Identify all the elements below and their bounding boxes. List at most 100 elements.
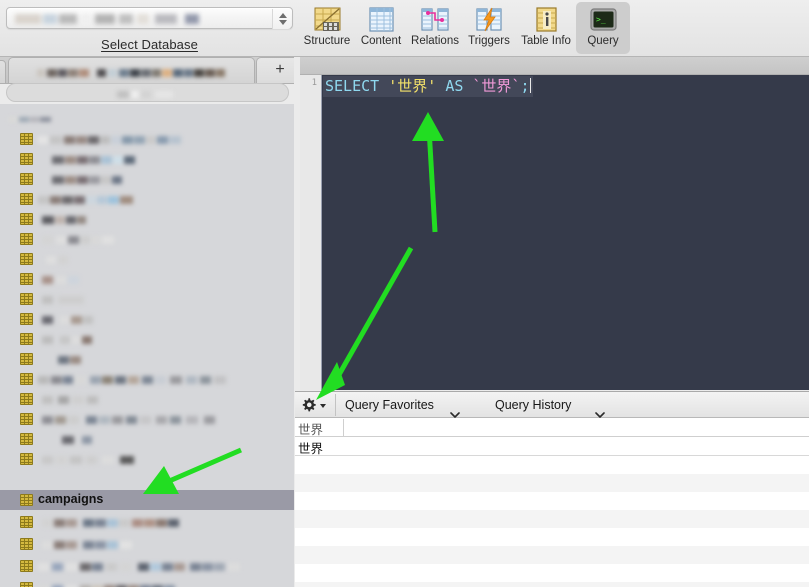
chevron-down-icon	[450, 403, 460, 418]
sql-editor[interactable]: 1 SELECT '世界' AS `世界`;	[300, 75, 809, 390]
list-item[interactable]	[0, 169, 294, 189]
query-favorites-label: Query Favorites	[345, 398, 434, 412]
toolbar-tab-triggers[interactable]: Triggers	[462, 2, 516, 54]
list-item[interactable]	[0, 209, 294, 229]
grid-empty-row	[295, 456, 809, 474]
grid-empty-row	[295, 510, 809, 528]
grid-column-resizer[interactable]	[343, 419, 344, 436]
grid-empty-row	[295, 528, 809, 546]
result-toolbar: Query Favorites Query History	[295, 391, 809, 418]
toolbar-tab-content[interactable]: Content	[354, 2, 408, 54]
tables-sidebar[interactable]: campaigns	[0, 104, 294, 587]
sidebar-filter-input[interactable]	[6, 83, 289, 102]
list-item-label-blurred	[42, 393, 102, 404]
list-item-label-blurred	[38, 193, 134, 204]
relations-icon	[408, 5, 462, 35]
query-history-popup[interactable]: Query History	[495, 394, 613, 418]
blurred-text-graphic	[42, 519, 179, 527]
blurred-text-graphic	[38, 563, 240, 571]
sql-token-keyword-select: SELECT	[325, 77, 380, 95]
database-selector-stepper[interactable]	[272, 9, 291, 29]
list-item[interactable]	[0, 369, 294, 389]
toolbar-tab-relations[interactable]: Relations	[408, 2, 462, 54]
grid-column-header[interactable]: 世界	[298, 419, 323, 438]
table-icon	[20, 293, 33, 305]
table-info-icon	[516, 5, 576, 35]
query-favorites-popup[interactable]: Query Favorites	[345, 394, 465, 418]
table-icon	[20, 433, 33, 445]
list-item-label-blurred	[38, 560, 244, 571]
list-item[interactable]	[0, 389, 294, 409]
blurred-text-graphic	[42, 216, 86, 224]
sql-token-string-literal: '世界'	[388, 77, 437, 95]
list-item[interactable]	[0, 269, 294, 289]
editor-code-line[interactable]: SELECT '世界' AS `世界`;	[323, 76, 533, 97]
list-item[interactable]	[0, 309, 294, 329]
table-icon	[20, 333, 33, 345]
svg-text:>_: >_	[596, 15, 606, 24]
document-tab-active[interactable]	[8, 57, 255, 83]
blurred-text-graphic	[8, 117, 51, 122]
blurred-text-graphic	[46, 256, 68, 264]
query-actions-button[interactable]	[298, 395, 332, 415]
chevron-down-icon	[595, 403, 605, 418]
list-item[interactable]	[0, 149, 294, 169]
list-item-label-blurred	[46, 253, 70, 264]
query-icon: >_	[576, 5, 630, 35]
blurred-text-graphic	[42, 316, 93, 324]
toolbar-tab-query[interactable]: >_ Query	[576, 2, 630, 54]
list-item[interactable]	[0, 229, 294, 249]
list-item[interactable]	[0, 429, 294, 449]
list-item[interactable]	[0, 449, 294, 469]
list-item[interactable]	[0, 578, 294, 587]
list-item[interactable]	[0, 129, 294, 149]
grid-empty-row	[295, 582, 809, 587]
triggers-icon	[462, 5, 516, 35]
table-icon	[20, 313, 33, 325]
sql-token-keyword-as: AS	[445, 77, 464, 95]
list-item[interactable]	[0, 249, 294, 269]
toolbar-tab-table-info[interactable]: Table Info	[516, 2, 576, 54]
list-item[interactable]	[0, 409, 294, 429]
app-window: Select Database Structure Content Relati…	[0, 0, 809, 587]
document-tab-bar: +	[0, 57, 304, 84]
sql-token-space	[379, 77, 388, 95]
grid-empty-row	[295, 492, 809, 510]
list-item-label-blurred	[42, 516, 182, 527]
chevron-down-icon	[320, 404, 326, 408]
blurred-text-graphic	[37, 69, 225, 77]
list-item[interactable]	[0, 534, 294, 554]
list-item-label-blurred	[42, 213, 86, 224]
blurred-text-graphic	[62, 436, 92, 444]
blurred-text-graphic	[52, 156, 135, 164]
sidebar-filter-value-blurred	[117, 88, 177, 98]
list-item-label-blurred	[38, 133, 182, 144]
list-item-label-blurred	[42, 313, 94, 324]
toolbar-tab-structure[interactable]: Structure	[300, 2, 354, 54]
grid-cell[interactable]: 世界	[298, 438, 323, 457]
table-icon	[20, 213, 33, 225]
list-item[interactable]	[0, 289, 294, 309]
list-item[interactable]	[0, 329, 294, 349]
list-item[interactable]	[0, 349, 294, 369]
blurred-text-graphic	[117, 91, 173, 98]
list-item[interactable]	[0, 512, 294, 532]
sidebar-section-header-blurred	[8, 113, 52, 122]
select-database-text: Select Database	[101, 37, 198, 52]
sidebar-item-campaigns[interactable]: campaigns	[0, 490, 294, 510]
table-row[interactable]: 世界	[295, 437, 809, 456]
database-selector[interactable]	[6, 7, 293, 29]
table-icon	[20, 253, 33, 265]
sql-token-identifier-alias: `世界`	[472, 77, 521, 95]
grid-empty-row	[295, 546, 809, 564]
list-item[interactable]	[0, 556, 294, 576]
table-icon	[20, 273, 33, 285]
result-grid[interactable]: 世界 世界	[295, 418, 809, 587]
table-icon	[20, 516, 33, 528]
content-icon	[354, 5, 408, 35]
blurred-text-graphic	[42, 416, 215, 424]
blurred-text-graphic	[42, 276, 79, 284]
list-item[interactable]	[0, 189, 294, 209]
sql-token-semicolon: ;	[520, 77, 530, 95]
blurred-text-graphic	[38, 376, 226, 384]
